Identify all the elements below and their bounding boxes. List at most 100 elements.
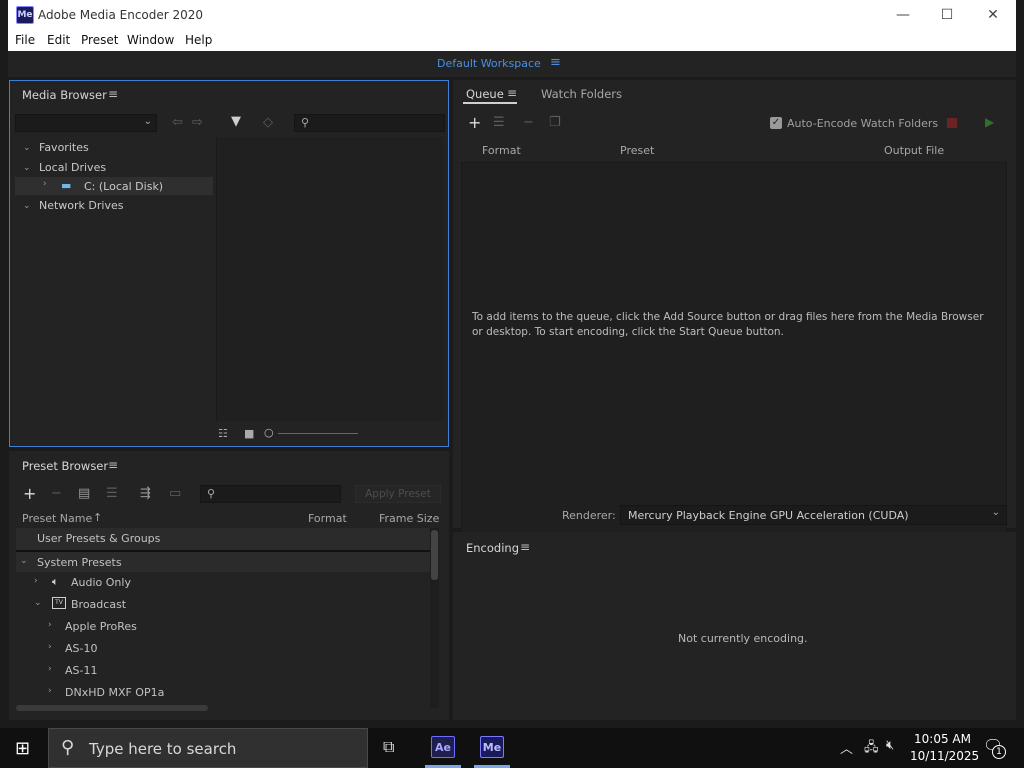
menu-file[interactable]: File <box>15 33 35 47</box>
settings-sliders-icon[interactable]: ☰ <box>493 116 505 130</box>
vertical-scrollbar[interactable] <box>430 528 439 708</box>
tab-watch-folders[interactable]: Watch Folders <box>541 87 622 101</box>
renderer-dropdown[interactable]: Mercury Playback Engine GPU Acceleration… <box>620 505 1007 525</box>
export-preset-icon[interactable]: ▭ <box>169 487 181 501</box>
maximize-button[interactable]: ☐ <box>924 0 970 31</box>
clock-time[interactable]: 10:05 AM <box>914 732 971 746</box>
search-icon: ⚲ <box>207 487 216 500</box>
zoom-slider-handle[interactable]: ○ <box>264 426 274 439</box>
close-button[interactable]: ✕ <box>970 0 1016 31</box>
view-toggle-icon[interactable]: ◇ <box>263 116 273 130</box>
encoding-title: Encoding <box>466 541 519 555</box>
new-group-icon[interactable]: ▤ <box>78 487 90 501</box>
chevron-right-icon[interactable]: › <box>48 664 52 674</box>
media-file-view[interactable] <box>216 137 444 421</box>
column-output-file[interactable]: Output File <box>884 144 944 157</box>
stop-queue-icon[interactable] <box>947 118 957 128</box>
active-tab-indicator <box>463 102 517 104</box>
start-queue-icon[interactable]: ▶ <box>985 115 994 129</box>
apply-preset-button[interactable]: Apply Preset <box>355 485 441 503</box>
default-workspace-tab[interactable]: Default Workspace <box>437 57 541 70</box>
tree-item-network-drives[interactable]: Network Drives <box>39 199 123 212</box>
menu-help[interactable]: Help <box>185 33 212 47</box>
preset-row-dnxhd[interactable]: › DNxHD MXF OP1a <box>16 682 430 704</box>
tree-item-local-drives[interactable]: Local Drives <box>39 161 106 174</box>
auto-encode-checkbox[interactable]: ✓ <box>770 117 782 129</box>
tree-item-c-drive[interactable]: › ▬ C: (Local Disk) <box>15 177 213 195</box>
workspace-menu-icon[interactable]: ≡ <box>550 55 561 70</box>
chevron-down-icon[interactable]: ⌄ <box>20 556 28 566</box>
media-browser-menu-icon[interactable]: ≡ <box>108 87 118 101</box>
search-icon: ⚲ <box>61 737 75 758</box>
add-source-icon[interactable]: + <box>468 115 481 131</box>
chevron-down-icon[interactable]: ⌄ <box>23 163 31 173</box>
remove-icon[interactable]: − <box>523 116 534 130</box>
encoding-status: Not currently encoding. <box>678 632 808 645</box>
remove-preset-icon[interactable]: − <box>51 487 62 501</box>
preset-row-as-10[interactable]: › AS-10 <box>16 638 430 660</box>
filter-icon[interactable]: ▼ <box>231 115 241 129</box>
column-preset[interactable]: Preset <box>620 144 654 157</box>
clock-date[interactable]: 10/11/2025 <box>910 749 979 763</box>
taskbar-search[interactable]: ⚲ Type here to search <box>48 728 368 768</box>
chevron-right-icon[interactable]: › <box>34 576 38 586</box>
preset-label: Apple ProRes <box>65 620 137 633</box>
chevron-right-icon[interactable]: › <box>48 686 52 696</box>
menu-preset[interactable]: Preset <box>81 33 118 47</box>
column-frame-size[interactable]: Frame Size <box>379 512 439 525</box>
preset-label: Broadcast <box>71 598 127 611</box>
preset-row-broadcast[interactable]: ⌄ TV Broadcast <box>16 594 430 616</box>
group-row-system-presets[interactable]: ⌄ System Presets <box>16 550 430 572</box>
location-dropdown[interactable]: ⌄ <box>15 114 157 132</box>
network-icon[interactable]: 🖧︎ <box>864 738 879 760</box>
after-effects-taskbar-icon[interactable]: Ae <box>431 736 455 758</box>
encoding-menu-icon[interactable]: ≡ <box>520 540 530 554</box>
task-view-icon[interactable]: ⧉ <box>383 737 394 757</box>
queue-menu-icon[interactable]: ≡ <box>507 86 517 100</box>
list-view-icon[interactable]: ☷ <box>218 427 228 440</box>
preset-browser-menu-icon[interactable]: ≡ <box>108 458 118 472</box>
add-preset-icon[interactable]: + <box>23 486 36 502</box>
window-title: Adobe Media Encoder 2020 <box>38 8 204 22</box>
sort-ascending-icon[interactable]: ↑ <box>93 511 102 524</box>
chevron-right-icon[interactable]: › <box>48 642 52 652</box>
preset-label: AS-10 <box>65 642 98 655</box>
menu-edit[interactable]: Edit <box>47 33 70 47</box>
chevron-down-icon[interactable]: ⌄ <box>23 201 31 211</box>
preset-row-as-11[interactable]: › AS-11 <box>16 660 430 682</box>
preset-browser-title: Preset Browser <box>22 459 109 473</box>
windows-start-icon[interactable]: ⊞ <box>15 738 30 759</box>
group-row-user-presets[interactable]: User Presets & Groups <box>16 528 430 550</box>
scrollbar-thumb[interactable] <box>431 530 438 580</box>
zoom-slider-track[interactable] <box>278 433 358 434</box>
import-preset-icon[interactable]: ⇶ <box>140 487 151 501</box>
chevron-right-icon[interactable]: › <box>48 620 52 630</box>
taskbar: ⊞ ⚲ Type here to search ⧉ Ae Me ︿ 🖧︎ 🔇︎ … <box>0 728 1024 768</box>
column-preset-name[interactable]: Preset Name <box>22 512 92 525</box>
duplicate-icon[interactable]: ❐ <box>549 116 561 130</box>
preset-search-input[interactable]: ⚲ <box>200 485 341 503</box>
icon-view-icon[interactable]: ■ <box>244 427 254 440</box>
preset-settings-icon[interactable]: ☰ <box>106 487 118 501</box>
tree-item-favorites[interactable]: Favorites <box>39 141 89 154</box>
chevron-up-icon[interactable]: ︿ <box>840 738 853 757</box>
tab-queue[interactable]: Queue <box>466 87 504 101</box>
media-search-input[interactable]: ⚲ <box>294 114 445 132</box>
group-label: User Presets & Groups <box>37 532 161 545</box>
search-icon: ⚲ <box>301 116 310 129</box>
column-format[interactable]: Format <box>482 144 521 157</box>
disk-icon: ▬ <box>61 179 72 192</box>
chevron-down-icon[interactable]: ⌄ <box>34 598 42 608</box>
forward-arrow-icon[interactable]: ⇨ <box>192 116 203 130</box>
chevron-down-icon[interactable]: ⌄ <box>23 143 31 153</box>
menu-window[interactable]: Window <box>127 33 174 47</box>
volume-muted-icon[interactable]: 🔇︎ <box>886 738 894 753</box>
horizontal-scrollbar[interactable] <box>16 705 208 711</box>
back-arrow-icon[interactable]: ⇦ <box>172 116 183 130</box>
chevron-right-icon[interactable]: › <box>43 179 47 189</box>
media-encoder-taskbar-icon[interactable]: Me <box>480 736 504 758</box>
preset-row-apple-prores[interactable]: › Apple ProRes <box>16 616 430 638</box>
column-format[interactable]: Format <box>308 512 347 525</box>
minimize-button[interactable]: — <box>880 0 926 31</box>
preset-row-audio-only[interactable]: › 🔈︎ Audio Only <box>16 572 430 594</box>
